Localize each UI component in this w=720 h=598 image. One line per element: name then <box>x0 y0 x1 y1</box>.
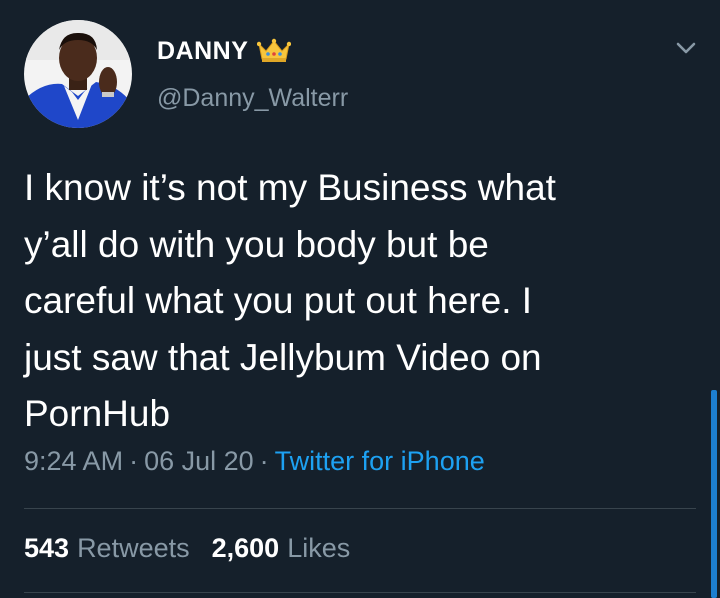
likes-count: 2,600 <box>211 533 280 563</box>
divider <box>24 508 696 509</box>
divider <box>24 592 696 593</box>
tweet-text: I know it’s not my Business what y’all d… <box>24 167 556 434</box>
tweet-meta: 9:24 AM · 06 Jul 20 · Twitter for iPhone <box>24 446 485 477</box>
retweets-count: 543 <box>24 533 70 563</box>
profile-photo <box>24 20 132 128</box>
chevron-down-icon[interactable] <box>674 38 698 58</box>
tweet-source-link[interactable]: Twitter for iPhone <box>275 446 485 476</box>
avatar[interactable] <box>24 20 132 128</box>
retweets-stat[interactable]: 543 Retweets <box>24 533 190 563</box>
display-name[interactable]: DANNY <box>157 37 248 66</box>
likes-stat[interactable]: 2,600 Likes <box>212 533 351 563</box>
author-handle[interactable]: @Danny_Walterr <box>157 84 348 113</box>
tweet-stats: 543 Retweets 2,600 Likes <box>24 533 350 564</box>
tweet-date[interactable]: 06 Jul 20 <box>144 446 254 476</box>
scrollbar[interactable] <box>711 390 717 598</box>
likes-label: Likes <box>287 533 351 563</box>
meta-separator: · <box>129 446 139 476</box>
tweet-card: DANNY @Danny_Walterr I know it’s not my … <box>0 0 720 598</box>
meta-separator: · <box>259 446 269 476</box>
author-name-row[interactable]: DANNY <box>157 36 292 66</box>
tweet-time[interactable]: 9:24 AM <box>24 446 123 476</box>
retweets-label: Retweets <box>77 533 190 563</box>
crown-icon <box>257 38 292 64</box>
